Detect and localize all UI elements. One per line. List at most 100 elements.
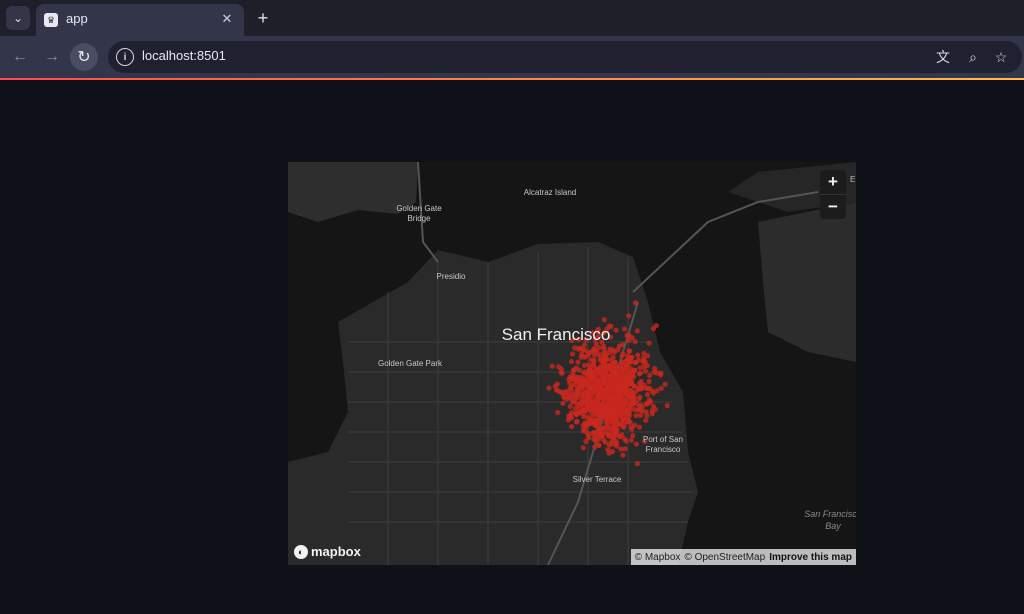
info-icon[interactable]: i [116,48,134,66]
data-point [664,403,670,409]
mapbox-logo[interactable]: ◐ mapbox [294,544,361,559]
map-canvas[interactable]: Alcatraz Island Golden Gate Bridge Presi… [288,162,856,565]
data-point [573,365,579,371]
data-point [614,427,620,433]
data-point [640,359,646,365]
data-point [638,384,644,390]
reload-icon: ↻ [77,49,91,66]
browser-tab[interactable]: ♛ app ✕ [36,4,244,36]
back-icon: ← [12,48,28,65]
data-point [630,432,636,439]
data-point [597,357,603,363]
attribution-osm-link[interactable]: © OpenStreetMap [684,552,765,563]
data-point [647,373,653,379]
data-point [579,393,585,399]
data-point [622,392,628,398]
data-point [586,435,592,441]
data-point [580,426,587,432]
data-point [612,359,618,365]
data-point [575,359,581,365]
reload-button[interactable]: ↻ [70,43,98,71]
data-point [609,448,616,455]
address-bar[interactable]: i localhost:8501 文 ⌕ ☆ [108,41,1022,73]
data-point [602,439,608,445]
attribution-mapbox-link[interactable]: © Mapbox [635,552,681,563]
data-point [658,385,664,391]
map-container[interactable]: Alcatraz Island Golden Gate Bridge Presi… [288,162,856,565]
data-point [616,343,622,349]
mapbox-logo-icon: ◐ [294,544,308,559]
data-point [562,390,568,396]
tab-list-button[interactable]: ⌄ [6,6,30,30]
data-point [633,412,639,419]
data-point [585,378,591,385]
data-point [625,353,631,359]
data-point [605,406,611,412]
data-point [627,419,633,425]
data-point [601,346,607,352]
data-point [634,328,640,334]
data-point [637,394,643,400]
data-point [610,407,617,414]
data-point [601,317,607,323]
data-point [633,441,639,447]
data-point [646,385,652,391]
data-point [646,340,652,346]
data-point [602,358,608,364]
data-point [597,390,603,396]
data-point [626,410,632,417]
data-point [586,362,592,368]
data-point [602,413,608,419]
zoom-out-button[interactable]: − [820,195,846,219]
data-point [596,442,602,448]
chevron-down-icon: ⌄ [12,11,24,25]
data-point [582,409,588,415]
data-point [641,364,647,370]
place-label: Bay [825,521,841,531]
place-label: Silver Terrace [573,475,622,484]
translate-icon[interactable]: 文 [932,46,954,68]
data-point [631,394,637,401]
data-point [611,419,617,425]
data-point [609,413,615,419]
data-point [555,409,561,416]
improve-map-link[interactable]: Improve this map [769,552,852,563]
new-tab-button[interactable]: + [252,7,274,29]
plus-icon: + [257,7,269,28]
star-icon[interactable]: ☆ [990,46,1012,68]
data-point [621,326,628,332]
data-point [560,400,566,406]
data-point [650,390,657,396]
data-point [628,437,634,443]
data-point [593,436,599,442]
data-point [616,406,622,412]
data-point [643,401,649,407]
data-point [620,375,626,381]
data-point [553,387,559,393]
data-point [589,373,595,379]
data-point [620,351,626,357]
data-point [591,382,597,388]
data-point [623,438,629,444]
back-button[interactable]: ← [6,43,34,71]
data-point [612,385,618,391]
data-point [616,421,622,427]
data-point [634,461,641,467]
place-label: E [850,175,855,184]
data-point [558,366,565,372]
data-point [649,411,655,417]
zoom-in-button[interactable]: + [820,170,846,194]
data-point [635,352,641,358]
zoom-icon[interactable]: ⌕ [962,46,984,68]
close-icon[interactable]: ✕ [218,10,236,28]
data-point [617,434,623,440]
data-point [632,300,639,306]
data-point [626,332,632,339]
map-zoom-control: + − [820,170,846,219]
data-point [631,407,637,413]
data-point [658,370,664,376]
data-point [597,365,604,371]
forward-button[interactable]: → [38,43,66,71]
forward-icon: → [44,48,60,65]
mapbox-logo-text: mapbox [311,544,361,559]
